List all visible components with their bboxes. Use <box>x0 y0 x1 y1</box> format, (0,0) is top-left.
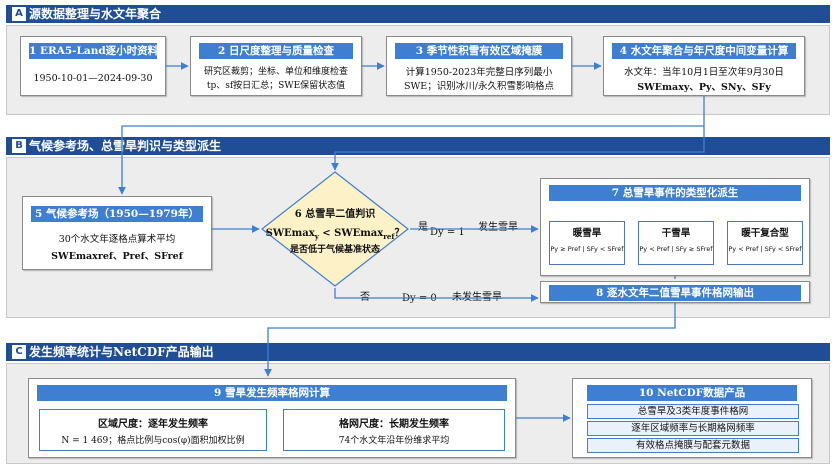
section-b-letter: B <box>12 139 26 153</box>
product-item: 总雪旱及3类年度事件格网 <box>587 404 799 419</box>
step4-card: 4 水文年聚合与年尺度中间变量计算 水文年：当年10月1日至次年9月30日 SW… <box>603 36 805 96</box>
section-a-header: A 源数据整理与水文年聚合 <box>6 5 830 23</box>
type-dry-formula: Py < Pref | SFy ≥ SFref <box>639 245 713 253</box>
step6-note: 是否低于气候基准状态 <box>289 245 380 255</box>
product-item: 有效格点掩膜与配套元数据 <box>587 438 799 453</box>
step10-card: 10 NetCDF数据产品 总雪旱及3类年度事件格网 逐年区域频率与长期格网频率… <box>572 378 812 458</box>
step10-title: 10 NetCDF数据产品 <box>587 385 797 401</box>
step3-title: 3 季节性积雪有效区域掩膜 <box>395 43 563 59</box>
step6-formula-left: SWEmax <box>265 228 315 239</box>
step7-card: 7 总雪旱事件的类型化派生 暖雪旱 Py ≥ Pref | SFy < SFre… <box>540 178 810 276</box>
no-label: 否 <box>360 292 370 303</box>
step6-formula-mid: < SWEmax <box>318 228 384 239</box>
step6-title: 6 总雪旱二值判识 <box>294 209 376 220</box>
grid-line: 74个水文年沿年份维求平均 <box>338 436 450 446</box>
type-dry-box: 干雪旱 Py < Pref | SFy ≥ SFref <box>638 221 714 265</box>
step3-card: 3 季节性积雪有效区域掩膜 计算1950-2023年完整日序列最小 SWE；识别… <box>386 36 572 96</box>
step9-card: 9 雪旱发生频率格网计算 区域尺度：逐年发生频率 N = 1 469；格点比例与… <box>28 378 516 458</box>
type-warm-box: 暖雪旱 Py ≥ Pref | SFy < SFref <box>549 221 625 265</box>
step2-card: 2 日尺度整理与质量检查 研究区裁剪；坐标、单位和维度检查 tp、sf按日汇总；… <box>190 36 362 96</box>
section-b-title: 气候参考场、总雪旱判识与类型派生 <box>29 139 222 153</box>
type-compound-name: 暖干复合型 <box>741 228 789 239</box>
occurred-label: 发生雪旱 <box>478 222 518 233</box>
step5-card: 5 气候参考场（1950—1979年） 30个水文年逐格点算术平均 SWEmax… <box>22 196 212 270</box>
step6-formula: SWEmaxy < SWEmaxref？ <box>260 224 410 241</box>
section-c-letter: C <box>12 345 26 359</box>
step5-line2: SWEmaxref、Pref、SFref <box>51 251 183 262</box>
step9-title: 9 雪旱发生频率格网计算 <box>37 385 507 401</box>
type-warm-formula: Py ≥ Pref | SFy < SFref <box>550 245 624 253</box>
step4-line1: 水文年：当年10月1日至次年9月30日 <box>624 67 784 78</box>
not-occurred-label: 未发生雪旱 <box>452 292 502 303</box>
step1-line1: 1950-10-01—2024-09-30 <box>33 73 153 84</box>
step5-line1: 30个水文年逐格点算术平均 <box>58 234 176 245</box>
type-warm-name: 暖雪旱 <box>572 228 602 239</box>
section-a-letter: A <box>12 7 26 21</box>
step2-line2: tp、sf按日汇总；SWE保留状态值 <box>206 81 346 91</box>
step3-line2: SWE；识别冰川/永久积雪影响格点 <box>404 81 554 92</box>
step5-title: 5 气候参考场（1950—1979年） <box>31 206 203 222</box>
step8-card: 8 逐水文年二值雪旱事件格网输出 <box>540 281 810 303</box>
d1-label: Dy = 1 <box>430 227 465 238</box>
step1-card: 1 ERA5-Land逐小时资料 1950-10-01—2024-09-30 <box>20 36 166 96</box>
product-item: 逐年区域频率与长期格网频率 <box>587 421 799 436</box>
step8-title: 8 逐水文年二值雪旱事件格网输出 <box>549 285 801 301</box>
section-c-header: C 发生频率统计与NetCDF产品输出 <box>6 343 830 361</box>
d0-label: Dy = 0 <box>402 293 437 304</box>
regional-title: 区域尺度：逐年发生频率 <box>98 419 208 430</box>
step6-formula-sub-ref: ref <box>383 232 395 241</box>
yes-label: 是 <box>418 222 428 233</box>
type-compound-box: 暖干复合型 Py < Pref | SFy < SFref <box>727 221 803 265</box>
section-b-header: B 气候参考场、总雪旱判识与类型派生 <box>6 137 830 155</box>
step1-title: 1 ERA5-Land逐小时资料 <box>29 43 157 59</box>
regional-frequency-box: 区域尺度：逐年发生频率 N = 1 469；格点比例与cos(φ)面积加权比例 <box>39 409 267 451</box>
step6-formula-end: ？ <box>394 228 405 239</box>
grid-frequency-box: 格网尺度：长期发生频率 74个水文年沿年份维求平均 <box>283 409 505 451</box>
step4-line2: SWEmaxy、Py、SNy、SFy <box>637 82 771 93</box>
section-c-title: 发生频率统计与NetCDF产品输出 <box>29 345 214 359</box>
step7-title: 7 总雪旱事件的类型化派生 <box>549 185 801 201</box>
type-dry-name: 干雪旱 <box>661 228 691 239</box>
grid-title: 格网尺度：长期发生频率 <box>339 419 449 430</box>
regional-line: N = 1 469；格点比例与cos(φ)面积加权比例 <box>61 436 245 446</box>
type-compound-formula: Py < Pref | SFy < SFref <box>728 245 802 253</box>
step4-title: 4 水文年聚合与年尺度中间变量计算 <box>612 43 796 59</box>
step3-line1: 计算1950-2023年完整日序列最小 <box>405 67 553 78</box>
step2-title: 2 日尺度整理与质量检查 <box>199 43 353 59</box>
section-a-title: 源数据整理与水文年聚合 <box>29 7 162 21</box>
step2-line1: 研究区裁剪；坐标、单位和维度检查 <box>203 67 348 77</box>
